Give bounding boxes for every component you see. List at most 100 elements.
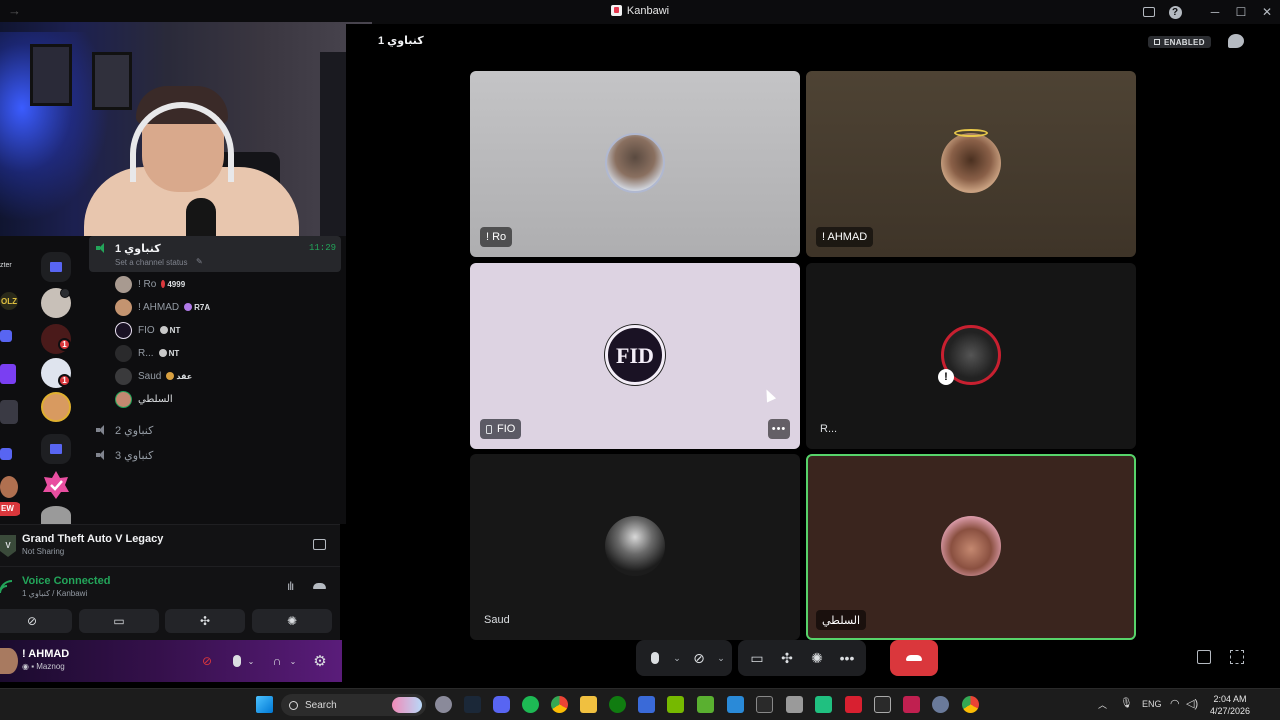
screen-share-button[interactable]: ▭: [742, 643, 772, 673]
camera-options-chevron-icon[interactable]: ⌄: [714, 643, 728, 673]
server-avatar[interactable]: [41, 470, 71, 500]
app-icon[interactable]: [815, 696, 832, 713]
warning-icon: !: [938, 369, 954, 385]
mic-tray-icon[interactable]: 🎙: [1120, 698, 1133, 709]
more-options-button[interactable]: •••: [768, 419, 790, 439]
app-icon[interactable]: [786, 696, 803, 713]
app-icon[interactable]: [845, 696, 862, 713]
active-channel-name: كنباوي 1: [115, 243, 161, 255]
chrome-icon[interactable]: [551, 696, 568, 713]
participant-tile-speaking[interactable]: السلطي: [806, 454, 1136, 640]
mic-toggle-button[interactable]: [640, 643, 670, 673]
settings-gear-icon[interactable]: ⚙: [311, 652, 329, 670]
start-windows-icon[interactable]: [256, 696, 273, 713]
participant-tile[interactable]: FID FIO •••: [470, 263, 800, 449]
participant-tile[interactable]: ! R...: [806, 263, 1136, 449]
camera-app-icon[interactable]: [435, 696, 452, 713]
discord-icon[interactable]: [493, 696, 510, 713]
nvidia-icon[interactable]: [667, 696, 684, 713]
app-icon[interactable]: [903, 696, 920, 713]
noise-suppression-icon[interactable]: ılı: [287, 579, 294, 593]
disconnect-button[interactable]: [890, 640, 938, 676]
voice-member[interactable]: Saud عقد: [115, 367, 192, 385]
clock[interactable]: 2:04 AM 4/27/2026: [1200, 693, 1260, 717]
capcut-icon[interactable]: [756, 696, 773, 713]
chat-icon[interactable]: [1228, 34, 1244, 48]
search-highlight-icon: [392, 697, 422, 713]
settings-icon[interactable]: [932, 696, 949, 713]
disconnect-icon[interactable]: [313, 583, 326, 589]
server-avatar[interactable]: [41, 392, 71, 422]
game-launcher-icon[interactable]: [697, 696, 714, 713]
voice-connected-label[interactable]: Voice Connected: [22, 575, 110, 587]
user-subtext: ◉ ▪ Maznog: [22, 662, 65, 671]
tray-chevron-icon[interactable]: ︿: [1098, 698, 1107, 711]
help-button[interactable]: ?: [1162, 0, 1188, 24]
wifi-icon[interactable]: ◠: [1170, 697, 1180, 710]
maximize-button[interactable]: ☐: [1228, 0, 1254, 24]
server-folder-icon[interactable]: [0, 330, 12, 342]
volume-icon[interactable]: ◁): [1186, 697, 1198, 710]
voice-member[interactable]: ! AHMAD R7A: [115, 298, 210, 316]
camera-button[interactable]: ⊘: [0, 609, 72, 633]
server-icon[interactable]: [0, 364, 16, 384]
server-icon[interactable]: OLZ: [0, 292, 18, 310]
audio-options-chevron-icon[interactable]: ⌄: [288, 652, 298, 670]
app-icon[interactable]: [727, 696, 744, 713]
participant-tile[interactable]: ! AHMAD: [806, 71, 1136, 257]
share-screen-icon[interactable]: [313, 539, 326, 550]
camera-off-icon[interactable]: ⊘: [198, 652, 216, 670]
mic-camera-group: ⌄ ⊘ ⌄: [636, 640, 732, 676]
activities-button[interactable]: ✣: [165, 609, 245, 633]
halo-icon: [954, 129, 988, 137]
server-icon[interactable]: [0, 400, 18, 424]
mention-badge: 1: [58, 338, 71, 351]
server-folder-icon[interactable]: [41, 252, 71, 282]
server-folder-icon[interactable]: [41, 434, 71, 464]
channel-status-input[interactable]: Set a channel status: [115, 258, 188, 267]
participant-tile[interactable]: Saud: [470, 454, 800, 640]
mic-button[interactable]: [228, 652, 246, 670]
more-options-button[interactable]: •••: [832, 643, 862, 673]
avatar[interactable]: [0, 648, 18, 674]
minimize-button[interactable]: ─: [1202, 0, 1228, 24]
voice-member[interactable]: ! Ro 4999: [115, 275, 185, 293]
pop-out-icon[interactable]: [1197, 650, 1211, 664]
screen-share-button[interactable]: ▭: [79, 609, 159, 633]
app-icon[interactable]: [874, 696, 891, 713]
mic-options-chevron-icon[interactable]: ⌄: [670, 643, 684, 673]
participant-tile[interactable]: ! Ro: [470, 71, 800, 257]
chrome-icon[interactable]: [962, 696, 979, 713]
voice-location[interactable]: كنباوي 1 / Kanbawi: [22, 589, 87, 598]
store-icon[interactable]: [638, 696, 655, 713]
taskbar-search[interactable]: Search: [281, 694, 426, 716]
voice-channel-icon: [96, 450, 108, 460]
server-folder-icon[interactable]: [0, 448, 12, 460]
spotify-icon[interactable]: [522, 696, 539, 713]
xbox-icon[interactable]: [609, 696, 626, 713]
voice-channel-2[interactable]: كنباوي 2: [115, 424, 153, 437]
avatar: [115, 390, 132, 408]
voice-channel-3[interactable]: كنباوي 3: [115, 449, 153, 462]
server-icon[interactable]: [0, 476, 18, 498]
camera-toggle-button[interactable]: ⊘: [684, 643, 714, 673]
voice-member[interactable]: R... NT: [115, 344, 179, 362]
participant-name: ! AHMAD: [816, 227, 874, 247]
activities-button[interactable]: ✣: [772, 643, 802, 673]
soundboard-icon: ✺: [286, 614, 298, 628]
voice-member[interactable]: السلطي: [115, 390, 178, 408]
soundboard-button[interactable]: ✺: [252, 609, 332, 633]
close-button[interactable]: ✕: [1254, 0, 1280, 24]
file-explorer-icon[interactable]: [580, 696, 597, 713]
voice-member[interactable]: FIO NT: [115, 321, 180, 339]
steam-icon[interactable]: [464, 696, 481, 713]
mic-options-chevron-icon[interactable]: ⌄: [246, 652, 256, 670]
server-avatar[interactable]: [41, 506, 71, 524]
soundboard-button[interactable]: ✺: [802, 643, 832, 673]
avatar: [605, 133, 665, 193]
headphones-button[interactable]: ∩: [268, 652, 286, 670]
camera-off-icon: ⊘: [693, 649, 705, 666]
fullscreen-icon[interactable]: [1230, 650, 1244, 664]
inbox-button[interactable]: [1136, 0, 1162, 24]
language-indicator[interactable]: ENG: [1142, 699, 1162, 709]
